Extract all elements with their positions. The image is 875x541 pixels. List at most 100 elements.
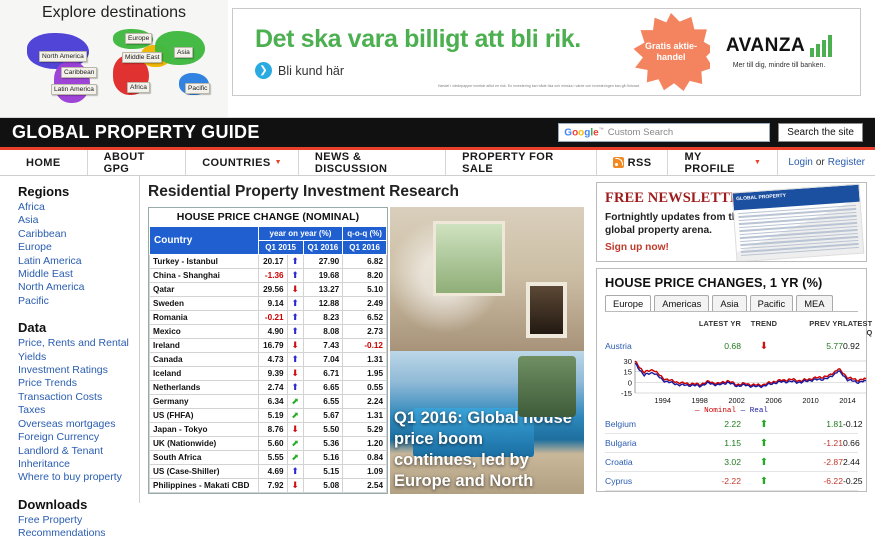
tab-mea[interactable]: MEA (796, 295, 833, 311)
table-row[interactable]: China - Shanghai -1.36 ⬆ 19.68 8.20 (149, 268, 387, 283)
tab-europe[interactable]: Europe (605, 295, 652, 311)
table-row[interactable]: Philippines - Makati CBD 7.92 ⬇ 5.08 2.54 (149, 478, 387, 493)
avanza-ad[interactable]: Det ska vara billigt att bli rik. ❯ Bli … (232, 8, 861, 96)
search-input[interactable]: Google™ Custom Search (558, 123, 771, 142)
table-row[interactable]: US (FHFA) 5.19 ⬈ 5.67 1.31 (149, 408, 387, 423)
photo-pool-villa[interactable]: Q1 2016: Global house price boom continu… (390, 350, 584, 494)
map-label-pacific[interactable]: Pacific (185, 83, 211, 94)
table-row[interactable]: Canada 4.73 ⬆ 7.04 1.31 (149, 352, 387, 367)
country-row[interactable]: Belgium 2.22 ⬆ 1.81 -0.12 (605, 415, 863, 434)
cell-country: US (Case-Shiller) (149, 464, 259, 479)
cell-yoy-2016: 6.65 (302, 380, 344, 395)
sidebar-heading-downloads: Downloads (18, 496, 88, 512)
trend-down-icon: ⬇ (759, 340, 769, 352)
sidebar-item-overseas-mortgages[interactable]: Overseas mortgages (18, 418, 139, 431)
table-row[interactable]: Sweden 9.14 ⬆ 12.88 2.49 (149, 296, 387, 311)
map-label-europe[interactable]: Europe (125, 33, 153, 44)
sidebar-item-yields[interactable]: Yields (18, 351, 139, 364)
country-name: Belgium (605, 419, 637, 429)
sidebar-item-pacific[interactable]: Pacific (18, 295, 139, 308)
map-label-caribbean[interactable]: Caribbean (61, 67, 98, 78)
table-row[interactable]: South Africa 5.55 ⬈ 5.16 0.84 (149, 450, 387, 465)
country-row[interactable]: Croatia 3.02 ⬆ -2.87 2.44 (605, 453, 860, 472)
cell-yoy-2015: 16.79 (257, 338, 288, 353)
sidebar-item-price-rents-rental[interactable]: Price, Rents and Rental (18, 337, 139, 350)
sidebar-item-europe[interactable]: Europe (18, 241, 139, 254)
nav-item-home[interactable]: HOME (0, 150, 88, 175)
nav-item-property-for-sale[interactable]: PROPERTY FOR SALE (446, 150, 597, 175)
tab-asia[interactable]: Asia (712, 295, 747, 311)
country-row[interactable]: Cyprus -2.22 ⬆ -6.22 -0.25 (605, 472, 863, 491)
cell-yoy-2016: 5.67 (302, 408, 344, 423)
sidebar-item-asia[interactable]: Asia (18, 214, 139, 227)
table-header: Country year on year (%) q-o-q (%) Q1 20… (149, 226, 387, 255)
advertisement-slot[interactable]: Det ska vara billigt att bli rik. ❯ Bli … (228, 0, 875, 117)
nav-label: NEWS & DISCUSSION (314, 150, 388, 175)
sidebar-item-middle-east[interactable]: Middle East (18, 268, 139, 281)
tab-pacific[interactable]: Pacific (749, 295, 794, 311)
table-row[interactable]: Germany 6.34 ⬈ 6.55 2.24 (149, 394, 387, 409)
sidebar-item-investment-ratings[interactable]: Investment Ratings (18, 364, 139, 377)
nav-item-countries[interactable]: COUNTRIES ▼ (186, 150, 299, 175)
top-strip: Explore destinations North America Europe… (0, 0, 875, 118)
sidebar-item-north-america[interactable]: North America (18, 281, 139, 294)
sidebar-item-inheritance[interactable]: Inheritance (18, 458, 139, 471)
table-row[interactable]: UK (Nationwide) 5.60 ⬈ 5.36 1.20 (149, 436, 387, 451)
col-header-yoy-q1-2015: Q1 2015 (257, 240, 304, 255)
sidebar-item-recommendations[interactable]: Recommendations (18, 527, 139, 540)
world-map[interactable]: North America Europe Middle East Asia Caribb… (9, 25, 219, 107)
login-link[interactable]: Login (788, 157, 812, 168)
table-row[interactable]: Mexico 4.90 ⬆ 8.08 2.73 (149, 324, 387, 339)
sidebar-item-latin-america[interactable]: Latin America (18, 255, 139, 268)
tab-americas[interactable]: Americas (654, 295, 710, 311)
latest-yr-value: 2.22 (724, 419, 741, 429)
sidebar-item-free-property[interactable]: Free Property (18, 514, 139, 527)
sidebar-item-africa[interactable]: Africa (18, 201, 139, 214)
map-label-middle-east[interactable]: Middle East (122, 52, 163, 63)
col-header-qoq: q-o-q (%) (342, 226, 387, 241)
country-name: Croatia (605, 457, 633, 467)
search-button[interactable]: Search the site (778, 123, 863, 142)
map-label-north-america[interactable]: North America (39, 51, 87, 62)
cell-qoq-2016: 6.82 (342, 254, 387, 269)
table-row[interactable]: Qatar 29.56 ⬇ 13.27 5.10 (149, 282, 387, 297)
sidebar-item-taxes[interactable]: Taxes (18, 404, 139, 417)
newsletter-signup-box[interactable]: FREE NEWSLETTER Fortnightly updates from… (596, 182, 867, 262)
country-row[interactable]: Bulgaria 1.15 ⬆ -1.21 0.66 (605, 434, 860, 453)
ad-cta[interactable]: ❯ Bli kund här (255, 62, 632, 79)
nav-item-rss[interactable]: RSS (597, 150, 669, 175)
table-row[interactable]: US (Case-Shiller) 4.69 ⬆ 5.15 1.09 (149, 464, 387, 479)
table-row[interactable]: Netherlands 2.74 ⬆ 6.65 0.55 (149, 380, 387, 395)
map-label-asia[interactable]: Asia (174, 47, 193, 58)
cell-yoy-2015: 9.39 (257, 366, 288, 381)
nav-item-news-discussion[interactable]: NEWS & DISCUSSION (299, 150, 447, 175)
table-row[interactable]: Turkey - Istanbul 20.17 ⬆ 27.90 6.82 (149, 254, 387, 269)
cell-yoy-2016: 5.08 (302, 478, 344, 493)
table-row[interactable]: Japan - Tokyo 8.76 ⬇ 5.50 5.29 (149, 422, 387, 437)
featured-country-row[interactable]: Austria 0.68 ⬇ 5.77 0.92 (605, 337, 860, 355)
nav-item-my-profile[interactable]: MY PROFILE ▼ (668, 150, 779, 175)
ad-brand-tagline: Mer till dig, mindre till banken. (732, 62, 826, 69)
auth-links: Login or Register (778, 150, 875, 175)
sidebar-item-caribbean[interactable]: Caribbean (18, 228, 139, 241)
sidebar-item-price-trends[interactable]: Price Trends (18, 377, 139, 390)
cell-yoy-2015: 2.74 (257, 380, 288, 395)
table-row[interactable]: Ireland 16.79 ⬇ 7.43 -0.12 (149, 338, 387, 353)
nav-label: HOME (26, 156, 61, 169)
nav-item-about-gpg[interactable]: ABOUT GPG (88, 150, 187, 175)
table-row[interactable]: Iceland 9.39 ⬇ 6.71 1.95 (149, 366, 387, 381)
explore-destinations-widget: Explore destinations North America Europe… (0, 0, 228, 117)
sidebar-item-landlord-tenant[interactable]: Landlord & Tenant (18, 445, 139, 458)
ad-headline: Det ska vara billigt att bli rik. (255, 25, 581, 53)
sidebar-item-transaction-costs[interactable]: Transaction Costs (18, 391, 139, 404)
site-logo[interactable]: GLOBAL PROPERTY GUIDE (12, 122, 558, 143)
table-body: Turkey - Istanbul 20.17 ⬆ 27.90 6.82 China - … (149, 254, 387, 493)
photo-living-room[interactable] (390, 207, 584, 351)
map-label-africa[interactable]: Africa (127, 82, 150, 93)
register-link[interactable]: Register (828, 157, 865, 168)
table-row[interactable]: Romania -0.21 ⬆ 8.23 6.52 (149, 310, 387, 325)
cell-qoq-2016: 2.24 (342, 394, 387, 409)
map-label-latin-america[interactable]: Latin America (51, 84, 97, 95)
sidebar-item-foreign-currency[interactable]: Foreign Currency (18, 431, 139, 444)
sidebar-item-where-to-buy[interactable]: Where to buy property (18, 471, 139, 484)
